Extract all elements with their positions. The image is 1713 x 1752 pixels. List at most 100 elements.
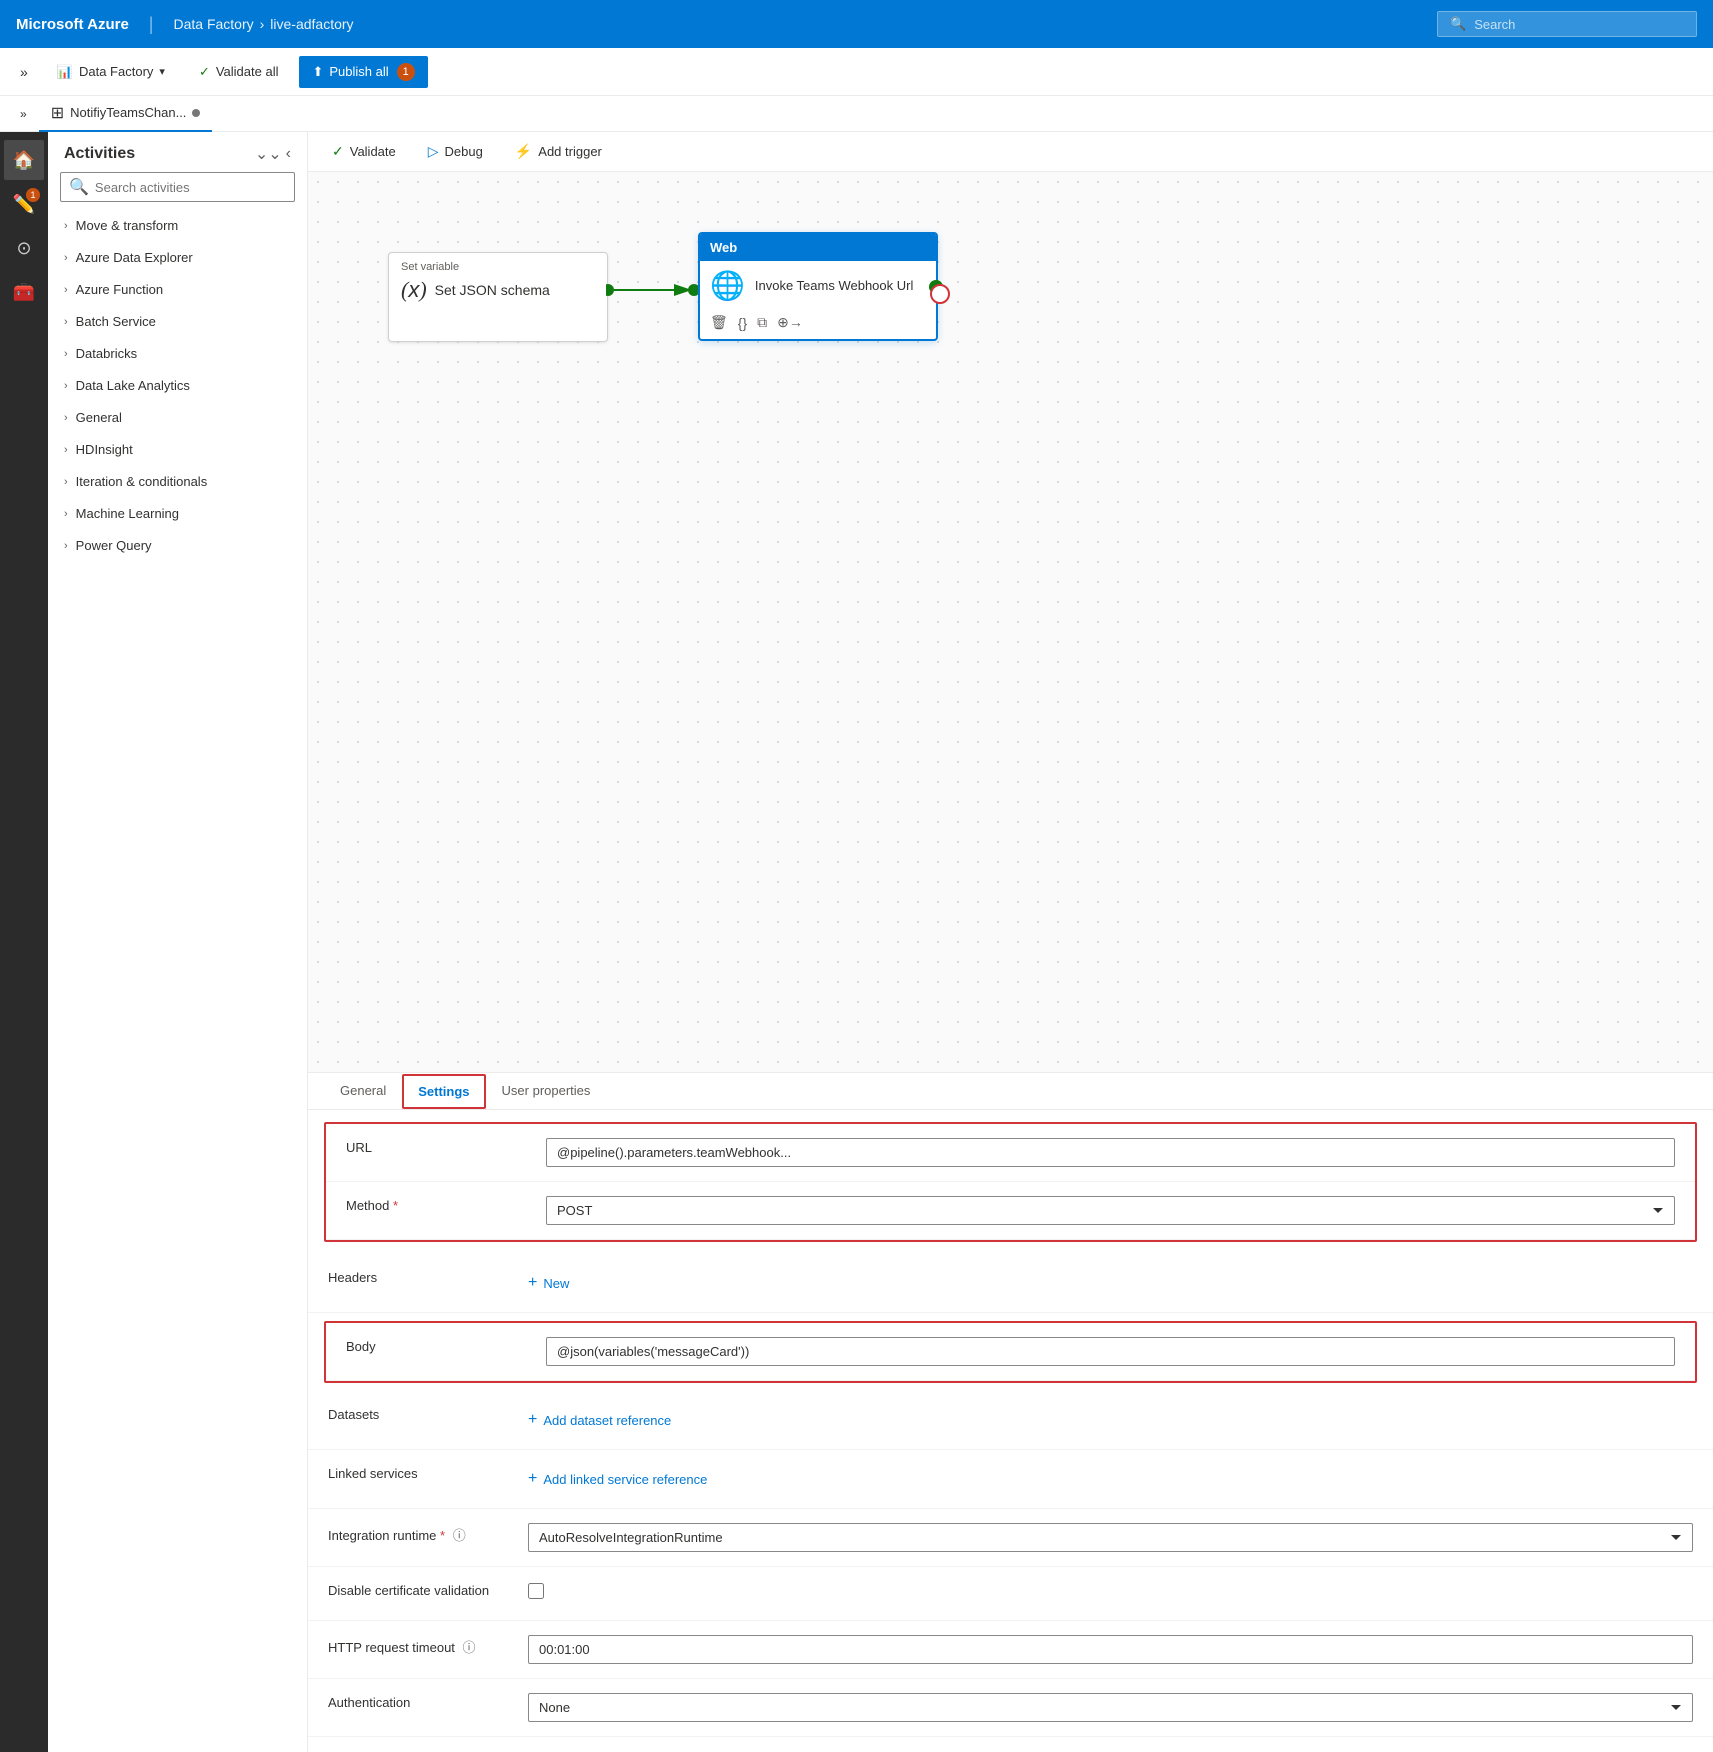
activity-group-move-transform[interactable]: › Move & transform bbox=[48, 210, 307, 242]
activity-group-batch-service[interactable]: › Batch Service bbox=[48, 306, 307, 338]
integration-runtime-select[interactable]: AutoResolveIntegrationRuntime bbox=[528, 1523, 1693, 1552]
brand-name: Microsoft Azure bbox=[16, 16, 129, 33]
activity-group-label: General bbox=[76, 410, 122, 425]
add-trigger-button[interactable]: ⚡ Add trigger bbox=[507, 139, 610, 164]
tab-general[interactable]: General bbox=[324, 1073, 402, 1110]
copy-icon[interactable]: ⧉ bbox=[757, 314, 767, 331]
top-navigation: Microsoft Azure | Data Factory › live-ad… bbox=[0, 0, 1713, 48]
sidebar-monitor-button[interactable]: ⊙ bbox=[4, 228, 44, 268]
add-dataset-button[interactable]: + Add dataset reference bbox=[528, 1405, 1693, 1435]
data-factory-label: Data Factory bbox=[79, 64, 153, 79]
variable-icon: (x) bbox=[401, 277, 427, 303]
http-timeout-input[interactable] bbox=[528, 1635, 1693, 1664]
activity-group-label: Machine Learning bbox=[76, 506, 179, 521]
search-activities-input[interactable] bbox=[95, 180, 286, 195]
url-input[interactable] bbox=[546, 1138, 1675, 1167]
body-input[interactable] bbox=[546, 1337, 1675, 1366]
method-row: Method * POST GET PUT DELETE PATCH bbox=[326, 1182, 1695, 1240]
breadcrumb-data-factory[interactable]: Data Factory bbox=[173, 16, 253, 32]
collapse-icon[interactable]: ⌄⌄ bbox=[255, 144, 282, 164]
add-linked-service-button[interactable]: + Add linked service reference bbox=[528, 1464, 1693, 1494]
pipeline-icon: ⊞ bbox=[51, 103, 64, 123]
sidebar-manage-button[interactable]: 🧰 bbox=[4, 272, 44, 312]
http-timeout-row: HTTP request timeout ⓘ bbox=[308, 1621, 1713, 1679]
authentication-select[interactable]: None Basic ClientCertificate ManagedIden… bbox=[528, 1693, 1693, 1722]
activity-group-hdinsight[interactable]: › HDInsight bbox=[48, 434, 307, 466]
validate-icon: ✓ bbox=[199, 64, 210, 80]
external-link-icon[interactable]: ⊕→ bbox=[777, 314, 803, 331]
sidebar-edit-button[interactable]: ✏️ 1 bbox=[4, 184, 44, 224]
headers-value: + New bbox=[528, 1268, 1693, 1298]
add-header-label: New bbox=[543, 1276, 569, 1291]
breadcrumb-live-adfactory[interactable]: live-adfactory bbox=[270, 16, 353, 32]
data-factory-button[interactable]: 📊 Data Factory ▾ bbox=[44, 57, 178, 87]
activity-group-azure-data-explorer[interactable]: › Azure Data Explorer bbox=[48, 242, 307, 274]
chevron-right-icon: › bbox=[64, 476, 68, 488]
required-indicator: * bbox=[440, 1528, 445, 1543]
validate-button[interactable]: ✓ Validate bbox=[324, 139, 404, 164]
activity-group-label: Azure Data Explorer bbox=[76, 250, 193, 265]
add-dataset-label: Add dataset reference bbox=[543, 1413, 671, 1428]
expand-icon[interactable]: » bbox=[12, 60, 36, 84]
activity-group-azure-function[interactable]: › Azure Function bbox=[48, 274, 307, 306]
tab-bar: » ⊞ NotifiyTeamsChan... bbox=[0, 96, 1713, 132]
sidebar-home-button[interactable]: 🏠 bbox=[4, 140, 44, 180]
debug-button[interactable]: ▷ Debug bbox=[420, 139, 491, 164]
activity-group-general[interactable]: › General bbox=[48, 402, 307, 434]
publish-icon: ⬆ bbox=[312, 64, 323, 80]
info-icon[interactable]: ⓘ bbox=[463, 1640, 476, 1655]
plus-icon: + bbox=[528, 1274, 537, 1292]
authentication-row: Authentication None Basic ClientCertific… bbox=[308, 1679, 1713, 1737]
add-header-button[interactable]: + New bbox=[528, 1268, 1693, 1298]
activity-group-label: Move & transform bbox=[76, 218, 179, 233]
code-icon[interactable]: {} bbox=[738, 315, 747, 331]
activity-group-iteration-conditionals[interactable]: › Iteration & conditionals bbox=[48, 466, 307, 498]
activities-controls[interactable]: ⌄⌄ ‹ bbox=[255, 144, 291, 164]
publish-all-button[interactable]: ⬆ Publish all 1 bbox=[299, 56, 427, 88]
set-variable-node[interactable]: Set variable (x) Set JSON schema bbox=[388, 252, 608, 342]
web-node[interactable]: Web 🌐 Invoke Teams Webhook Url 🗑 {} ⧉ ⊕→ bbox=[698, 232, 938, 341]
datasets-label: Datasets bbox=[328, 1405, 528, 1422]
node-type-label: Set variable bbox=[401, 261, 595, 273]
activity-group-databricks[interactable]: › Databricks bbox=[48, 338, 307, 370]
tab-expand-icon[interactable]: » bbox=[12, 103, 35, 125]
disable-cert-value bbox=[528, 1581, 1693, 1604]
info-icon[interactable]: ⓘ bbox=[453, 1528, 466, 1543]
tab-user-properties[interactable]: User properties bbox=[486, 1073, 607, 1110]
nav-separator: | bbox=[149, 14, 154, 35]
canvas-area: ✓ Validate ▷ Debug ⚡ Add trigger Set var… bbox=[308, 132, 1713, 1752]
activity-group-data-lake-analytics[interactable]: › Data Lake Analytics bbox=[48, 370, 307, 402]
activity-group-label: Iteration & conditionals bbox=[76, 474, 208, 489]
validate-all-button[interactable]: ✓ Validate all bbox=[186, 57, 292, 87]
activities-title: Activities bbox=[64, 145, 135, 163]
http-timeout-label: HTTP request timeout ⓘ bbox=[328, 1635, 528, 1656]
authentication-value: None Basic ClientCertificate ManagedIden… bbox=[528, 1693, 1693, 1722]
method-select[interactable]: POST GET PUT DELETE PATCH bbox=[546, 1196, 1675, 1225]
chevron-right-icon: › bbox=[64, 412, 68, 424]
disable-cert-checkbox[interactable] bbox=[528, 1583, 544, 1599]
activity-group-label: Azure Function bbox=[76, 282, 163, 297]
url-method-highlighted-section: URL Method * POST bbox=[324, 1122, 1697, 1242]
add-linked-service-label: Add linked service reference bbox=[543, 1472, 707, 1487]
integration-runtime-row: Integration runtime * ⓘ AutoResolveInteg… bbox=[308, 1509, 1713, 1567]
tab-settings[interactable]: Settings bbox=[402, 1074, 485, 1109]
activities-header: Activities ⌄⌄ ‹ bbox=[48, 132, 307, 172]
tab-user-properties-label: User properties bbox=[502, 1083, 591, 1098]
authentication-label: Authentication bbox=[328, 1693, 528, 1710]
url-label: URL bbox=[346, 1138, 546, 1155]
chevron-right-icon: › bbox=[64, 284, 68, 296]
search-activities-box[interactable]: 🔍 bbox=[60, 172, 295, 202]
sidebar-icons: 🏠 ✏️ 1 ⊙ 🧰 bbox=[0, 132, 48, 1752]
search-box[interactable]: 🔍 Search bbox=[1437, 11, 1697, 37]
debug-icon: ▷ bbox=[428, 143, 439, 160]
activity-group-machine-learning[interactable]: › Machine Learning bbox=[48, 498, 307, 530]
activity-group-power-query[interactable]: › Power Query bbox=[48, 530, 307, 562]
delete-icon[interactable]: 🗑 bbox=[710, 314, 728, 331]
activity-group-label: Databricks bbox=[76, 346, 137, 361]
main-layout: 🏠 ✏️ 1 ⊙ 🧰 Activities ⌄⌄ ‹ 🔍 › Move & tr… bbox=[0, 132, 1713, 1752]
pipeline-tab[interactable]: ⊞ NotifiyTeamsChan... bbox=[39, 96, 213, 132]
globe-icon: 🌐 bbox=[710, 269, 745, 302]
activity-group-label: HDInsight bbox=[76, 442, 133, 457]
expand-icon[interactable]: ‹ bbox=[286, 145, 291, 163]
settings-tabs: General Settings User properties bbox=[308, 1073, 1713, 1110]
